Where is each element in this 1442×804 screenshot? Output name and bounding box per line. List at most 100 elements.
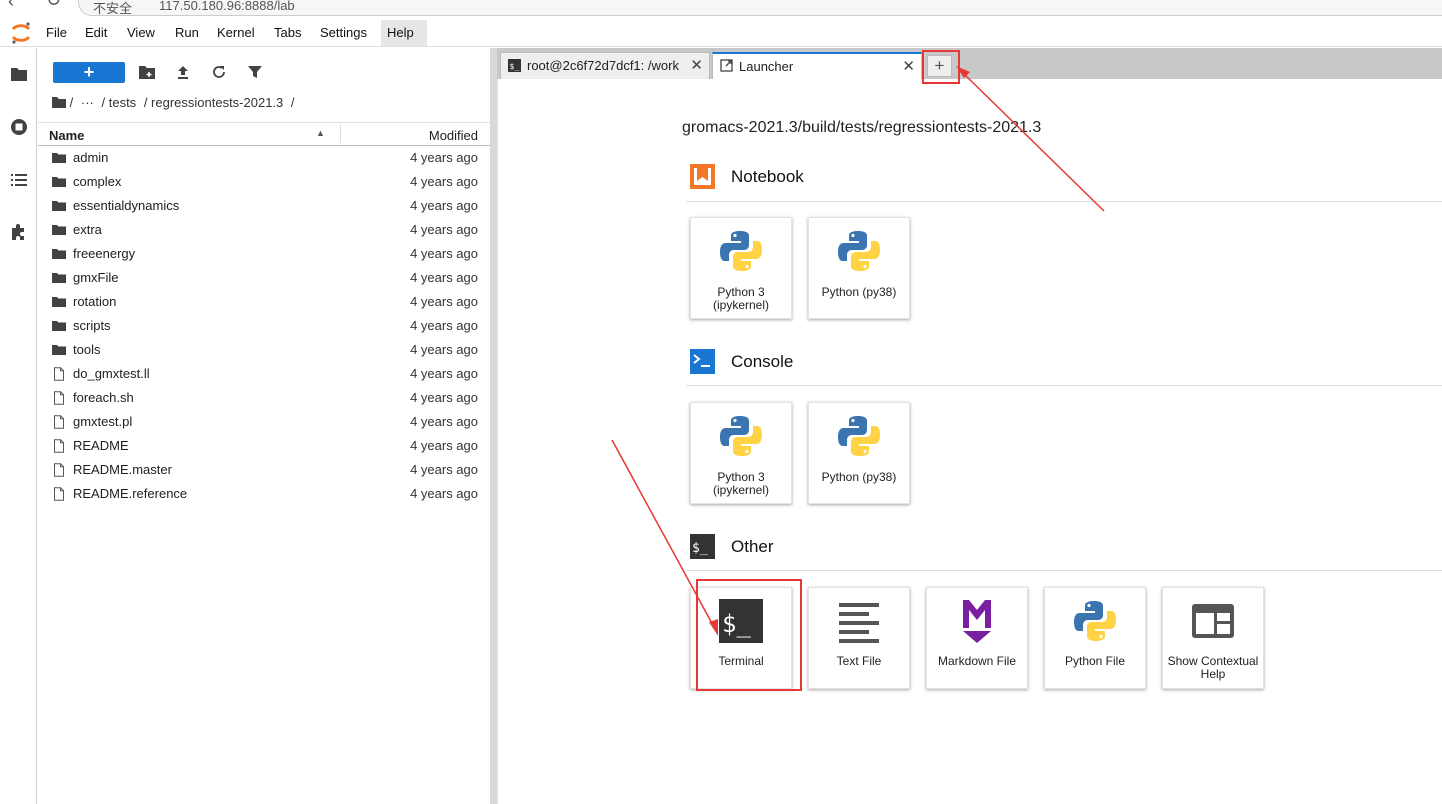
breadcrumb: / ··· / tests / regressiontests-2021.3 /: [52, 95, 299, 110]
breadcrumb-ellipsis[interactable]: ···: [81, 95, 94, 110]
column-modified[interactable]: Modified: [429, 128, 478, 143]
file-name: admin: [73, 150, 109, 165]
file-row[interactable]: freeenergy 4 years ago: [38, 242, 490, 266]
card-python-file[interactable]: Python File: [1044, 587, 1146, 689]
breadcrumb-tests[interactable]: / tests: [102, 95, 137, 110]
menu-view[interactable]: View: [121, 20, 161, 46]
svg-text:$_: $_: [692, 541, 708, 556]
file-row[interactable]: README 4 years ago: [38, 434, 490, 458]
file-list: admin 4 years ago complex 4 years ago essent…: [38, 146, 490, 506]
menu-kernel[interactable]: Kernel: [211, 20, 261, 46]
card-console-py38[interactable]: Python (py38): [808, 402, 910, 504]
file-row[interactable]: complex 4 years ago: [38, 170, 490, 194]
running-icon[interactable]: [10, 118, 28, 136]
file-modified: 4 years ago: [410, 294, 478, 309]
file-icon: [54, 391, 64, 405]
folder-icon[interactable]: [10, 65, 28, 83]
section-divider: [686, 201, 1442, 202]
menu-tabs[interactable]: Tabs: [268, 20, 307, 46]
file-row[interactable]: extra 4 years ago: [38, 218, 490, 242]
new-launcher-button[interactable]: +: [53, 62, 125, 83]
file-modified: 4 years ago: [410, 222, 478, 237]
text-file-icon: [839, 603, 879, 643]
card-console-python3[interactable]: Python 3 (ipykernel): [690, 402, 792, 504]
refresh-icon[interactable]: [210, 63, 228, 81]
contextual-help-icon: [1192, 604, 1234, 638]
file-modified: 4 years ago: [410, 198, 478, 213]
file-row[interactable]: do_gmxtest.ll 4 years ago: [38, 362, 490, 386]
file-row[interactable]: essentialdynamics 4 years ago: [38, 194, 490, 218]
home-folder-icon[interactable]: [52, 96, 66, 108]
file-name: tools: [73, 342, 101, 357]
file-row[interactable]: foreach.sh 4 years ago: [38, 386, 490, 410]
file-row[interactable]: tools 4 years ago: [38, 338, 490, 362]
menu-settings[interactable]: Settings: [314, 20, 373, 46]
terminal-icon: $_: [508, 59, 521, 72]
url-text: 117.50.180.96:8888/lab: [159, 0, 295, 13]
close-icon[interactable]: ✕: [902, 55, 915, 79]
file-name: extra: [73, 222, 102, 237]
launcher-icon: [720, 59, 733, 72]
file-list-header: Name ▲ Modified: [38, 122, 490, 146]
sort-ascending-icon[interactable]: ▲: [316, 128, 325, 138]
panel-splitter[interactable]: [490, 48, 497, 804]
table-of-contents-icon[interactable]: [10, 171, 28, 189]
menu-file[interactable]: File: [40, 20, 73, 46]
address-bar[interactable]: 不安全 117.50.180.96:8888/lab: [78, 0, 1442, 16]
new-folder-icon[interactable]: [138, 63, 156, 81]
card-label: Python 3 (ipykernel): [712, 285, 769, 312]
close-icon[interactable]: ✕: [688, 54, 703, 78]
card-label: Python File: [1064, 654, 1126, 668]
tab-terminal[interactable]: $_ root@2c6f72d7dcf1: /work ✕: [500, 52, 710, 79]
card-contextual-help[interactable]: Show Contextual Help: [1162, 587, 1264, 689]
folder-icon: [52, 297, 66, 307]
launcher-panel: gromacs-2021.3/build/tests/regressiontes…: [497, 79, 1442, 804]
back-icon[interactable]: ‹: [8, 0, 14, 12]
menu-help[interactable]: Help: [381, 20, 427, 46]
file-name: README: [73, 438, 129, 453]
file-row[interactable]: gmxFile 4 years ago: [38, 266, 490, 290]
tab-launcher[interactable]: Launcher ✕: [712, 52, 922, 79]
folder-icon: [52, 345, 66, 355]
extension-icon[interactable]: [10, 223, 28, 241]
column-divider[interactable]: [340, 125, 341, 143]
card-markdown-file[interactable]: Markdown File: [926, 587, 1028, 689]
file-browser: + / ··· / tests / regressiontests-2021.3…: [38, 48, 490, 804]
file-name: gmxFile: [73, 270, 119, 285]
file-row[interactable]: gmxtest.pl 4 years ago: [38, 410, 490, 434]
file-icon: [54, 439, 64, 453]
card-notebook-py38[interactable]: Python (py38): [808, 217, 910, 319]
menu-edit[interactable]: Edit: [79, 20, 113, 46]
tab-bar: $_ root@2c6f72d7dcf1: /work ✕ Launcher ✕…: [497, 48, 1442, 79]
card-text-file[interactable]: Text File: [808, 587, 910, 689]
file-name: scripts: [73, 318, 111, 333]
jupyter-logo-icon: [11, 22, 31, 44]
file-modified: 4 years ago: [410, 342, 478, 357]
tab-terminal-label: root@2c6f72d7dcf1: /work: [527, 58, 679, 73]
column-name[interactable]: Name: [49, 128, 84, 143]
breadcrumb-root[interactable]: /: [70, 95, 74, 110]
activity-bar: [0, 48, 37, 804]
annotation-box-add-tab: [922, 50, 960, 84]
file-name: README.reference: [73, 486, 188, 501]
svg-text:$_: $_: [510, 62, 520, 71]
card-label: Show Contextual Help: [1167, 654, 1259, 681]
launcher-cwd: gromacs-2021.3/build/tests/regressiontes…: [682, 119, 1042, 136]
file-row[interactable]: admin 4 years ago: [38, 146, 490, 170]
breadcrumb-regressiontests[interactable]: / regressiontests-2021.3: [144, 95, 283, 110]
filter-icon[interactable]: [246, 63, 264, 81]
card-notebook-python3[interactable]: Python 3 (ipykernel): [690, 217, 792, 319]
section-divider: [686, 570, 1442, 571]
file-name: foreach.sh: [73, 390, 134, 405]
menu-run[interactable]: Run: [169, 20, 205, 46]
file-row[interactable]: scripts 4 years ago: [38, 314, 490, 338]
file-row[interactable]: README.reference 4 years ago: [38, 482, 490, 506]
python-icon: [1072, 598, 1118, 644]
file-row[interactable]: README.master 4 years ago: [38, 458, 490, 482]
reload-icon[interactable]: ↻: [46, 0, 61, 11]
upload-icon[interactable]: [174, 63, 192, 81]
file-icon: [54, 487, 64, 501]
markdown-icon: [963, 600, 991, 643]
security-warning: 不安全: [93, 1, 133, 16]
file-row[interactable]: rotation 4 years ago: [38, 290, 490, 314]
